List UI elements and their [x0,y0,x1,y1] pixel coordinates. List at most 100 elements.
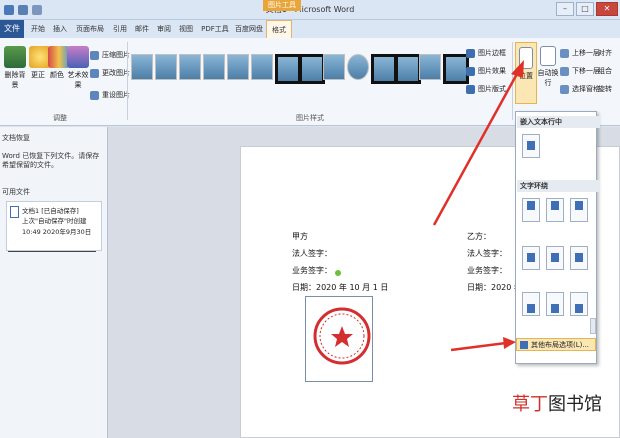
wrap-position-option[interactable] [570,292,588,316]
wrap-position-option[interactable] [570,246,588,270]
compress-icon [90,50,99,60]
tab-home[interactable]: 开始 [28,20,48,38]
tab-mailings[interactable]: 邮件 [132,20,152,38]
reset-picture-button[interactable]: 重设图片 [90,90,130,100]
tab-baidu-pan[interactable]: 百度网盘 [234,20,264,38]
picture-style-thumb[interactable] [251,54,273,80]
company-seal-image[interactable] [312,306,372,366]
available-files-label: 可用文件 [2,188,30,196]
picture-style-thumb[interactable] [371,54,397,84]
document-recovery-pane [0,127,108,438]
picture-style-thumb[interactable] [347,54,369,80]
doc-left-line: 日期：2020 年 10 月 1 日 [292,283,389,292]
rotation-handle[interactable] [335,270,341,276]
doc-right-line: 业务签字： [467,266,507,275]
color-button[interactable]: 颜色 [48,46,70,80]
group-separator [127,42,128,120]
wrap-position-option[interactable] [522,198,540,222]
selection-pane-button[interactable]: 选择窗格 [560,84,600,94]
position-icon [519,47,533,69]
reset-picture-icon [90,90,99,100]
doc-left-line: 业务签字： [292,266,332,275]
picture-style-thumb[interactable] [227,54,249,80]
picture-style-thumb[interactable] [395,54,421,84]
tab-pdf-tools[interactable]: PDF工具集 [198,20,232,51]
wrap-text-button[interactable]: 自动换行 [536,46,560,88]
artistic-effects-icon [67,46,89,68]
picture-effects-button[interactable]: 图片效果 [466,66,506,76]
tab-references[interactable]: 引用 [110,20,130,38]
wrap-text-icon [540,46,556,66]
more-layout-options-item[interactable]: 其他布局选项(L)... [516,338,596,351]
send-backward-icon [560,66,569,76]
tab-insert[interactable]: 插入 [50,20,70,38]
selection-pane-icon [560,84,569,94]
tab-format[interactable]: 格式 [266,20,292,39]
site-watermark: 草丁图书馆 [512,394,602,415]
picture-style-thumb[interactable] [275,54,301,84]
corrections-button[interactable]: 更正 [29,46,51,80]
minimize-button[interactable]: – [556,2,574,16]
recovery-pane-title: 文档恢复 [2,134,30,142]
rotate-button[interactable]: 旋转 [598,84,612,94]
document-icon [10,206,19,218]
layout-options-icon [520,341,528,349]
group-separator [512,42,513,120]
tab-page-layout[interactable]: 页面布局 [73,20,107,38]
artistic-effects-button[interactable]: 艺术效果 [66,46,90,90]
close-button[interactable]: ✕ [596,2,618,16]
recovered-file-name: 文档1 [已自动保存] [22,207,79,215]
change-picture-button[interactable]: 更改图片 [90,68,130,78]
position-button[interactable]: 位置 [515,42,537,104]
picture-style-thumb[interactable] [203,54,225,80]
doc-right-line: 乙方： [467,232,491,241]
picture-layout-icon [466,84,475,94]
picture-layout-button[interactable]: 图片版式 [466,84,506,94]
recovery-message: Word 已恢复下列文件。请保存希望保留的文件。 [2,152,100,169]
tab-review[interactable]: 审阅 [154,20,174,38]
picture-border-button[interactable]: 图片边框 [466,48,506,58]
tab-view[interactable]: 视图 [176,20,196,38]
picture-style-thumb[interactable] [323,54,345,80]
picture-style-thumb[interactable] [155,54,177,80]
remove-background-button[interactable]: 删除背景 [2,46,28,90]
wrap-position-option[interactable] [522,292,540,316]
file-tab[interactable]: 文件 [0,20,24,38]
dropdown-scroll-handle[interactable] [590,318,596,334]
window-title: 文档1 - Microsoft Word [265,5,355,14]
wrap-position-option[interactable] [522,246,540,270]
wrap-position-option[interactable] [546,198,564,222]
bring-forward-icon [560,48,569,58]
compress-pictures-button[interactable]: 压缩图片 [90,50,130,60]
inline-position-option[interactable] [522,134,540,158]
picture-style-thumb[interactable] [299,54,325,84]
remove-background-icon [4,46,26,68]
doc-left-line: 甲方 [292,232,308,241]
picture-styles-group-label: 图片样式 [296,114,324,122]
send-backward-button[interactable]: 下移一层 [560,66,600,76]
wrap-position-option[interactable] [546,246,564,270]
doc-left-line: 法人签字： [292,249,332,258]
picture-tools-context-label: 图片工具 [263,0,301,11]
inline-with-text-header: 嵌入文本行中 [517,116,600,128]
wrap-position-option[interactable] [546,292,564,316]
picture-style-thumb[interactable] [419,54,441,80]
adjust-group-label: 调整 [53,114,67,122]
wrap-position-option[interactable] [570,198,588,222]
picture-style-thumb[interactable] [131,54,153,80]
bring-forward-button[interactable]: 上移一层 [560,48,600,58]
align-button[interactable]: 对齐 [598,48,612,58]
picture-effects-icon [466,66,475,76]
picture-style-thumb[interactable] [179,54,201,80]
picture-border-icon [466,48,475,58]
recovered-file-time: 10:49 2020年9月30日 [22,228,92,236]
maximize-button[interactable]: □ [576,2,594,16]
window-controls: – □ ✕ [556,2,618,16]
recovered-file-desc: 上次"自动保存"时创建 [22,217,87,225]
doc-right-line: 法人签字： [467,249,507,258]
ribbon-tab-row: 开始 插入 页面布局 引用 邮件 审阅 视图 PDF工具集 百度网盘 格式 [0,20,620,51]
change-picture-icon [90,68,99,78]
position-dropdown-menu: 嵌入文本行中 文字环绕 [515,111,600,364]
pane-divider [8,251,96,252]
group-button[interactable]: 组合 [598,66,612,76]
